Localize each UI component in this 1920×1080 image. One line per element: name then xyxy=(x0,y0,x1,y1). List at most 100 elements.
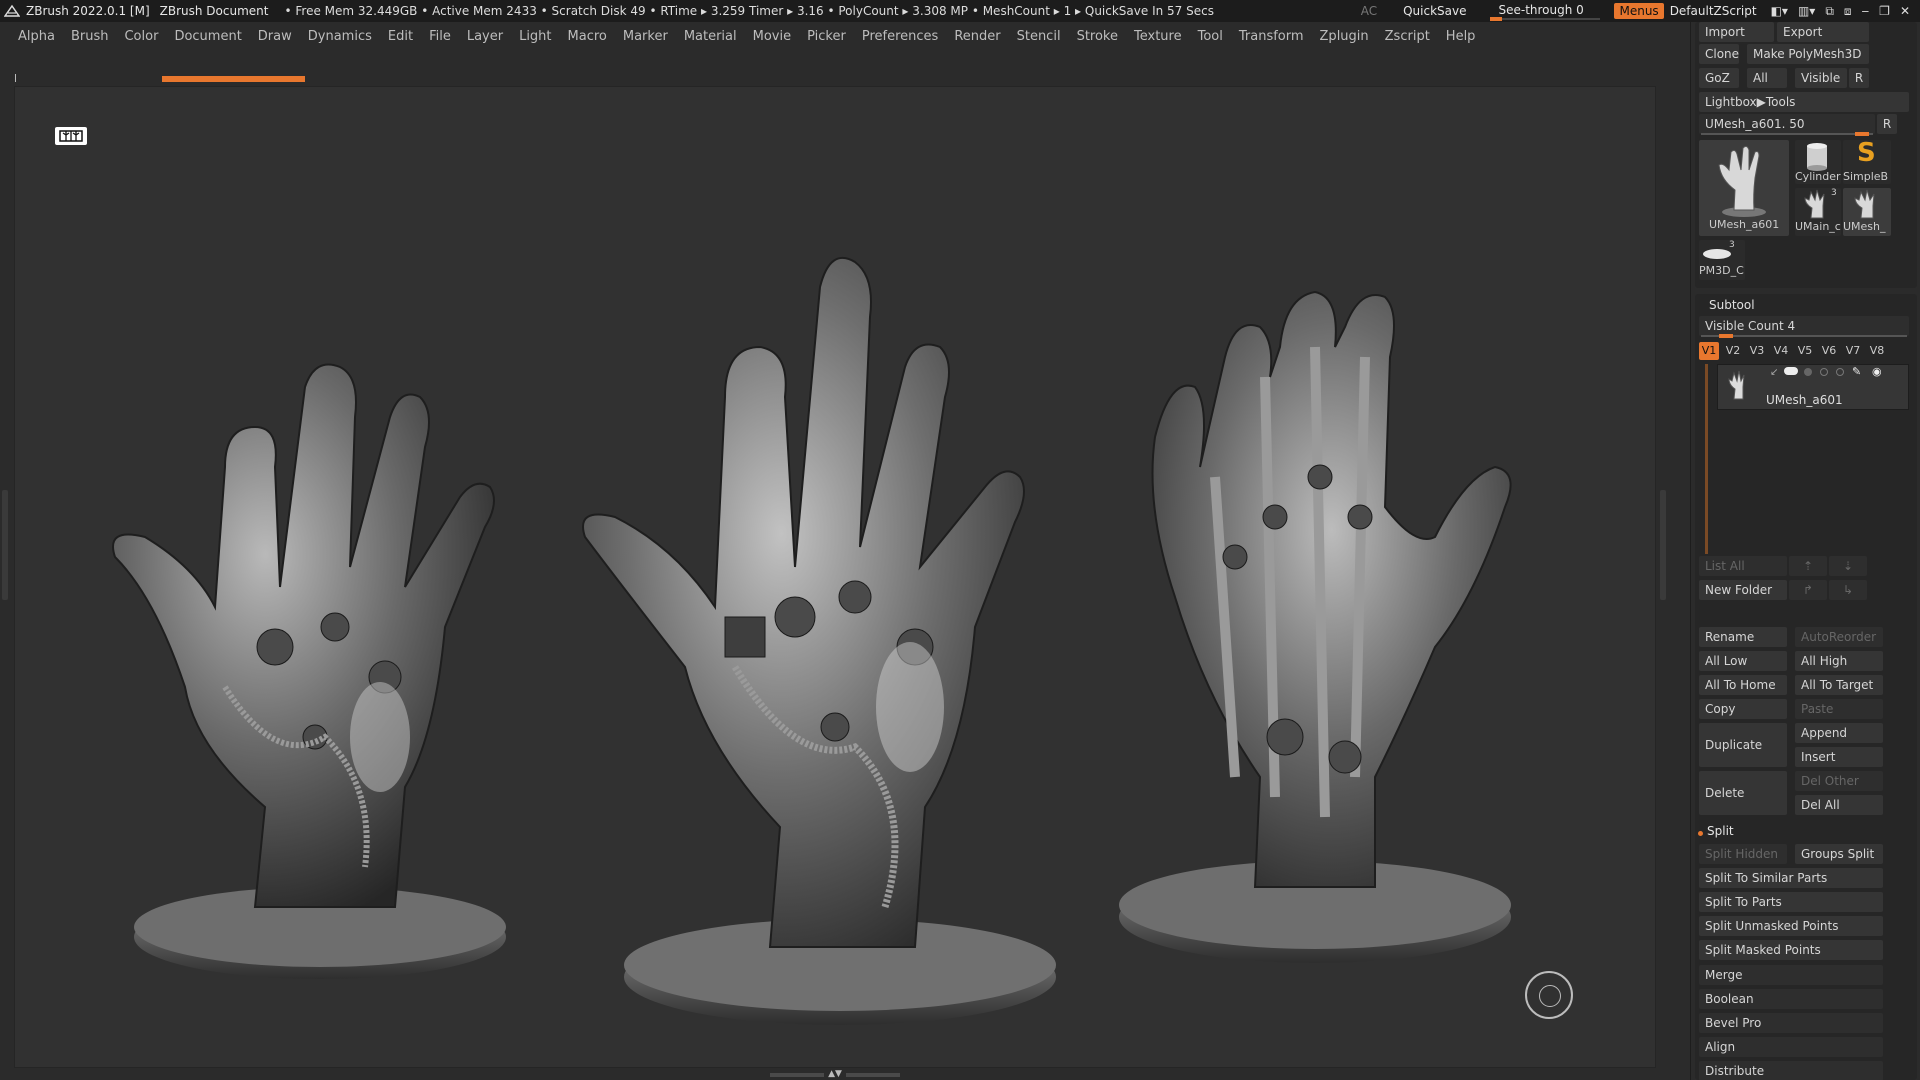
split-to-parts-button[interactable]: Split To Parts xyxy=(1699,892,1883,912)
subtool-toggle-3-icon[interactable] xyxy=(1820,368,1828,376)
menu-macro[interactable]: Macro xyxy=(568,29,607,44)
menu-help[interactable]: Help xyxy=(1446,29,1476,44)
import-button[interactable]: Import xyxy=(1699,22,1774,42)
menu-preferences[interactable]: Preferences xyxy=(862,29,938,44)
menu-alpha[interactable]: Alpha xyxy=(18,29,55,44)
split-to-similar-parts-button[interactable]: Split To Similar Parts xyxy=(1699,868,1883,888)
lightbox-tools-button[interactable]: Lightbox▶Tools xyxy=(1699,92,1909,112)
goz-button[interactable]: GoZ xyxy=(1699,68,1739,88)
menu-material[interactable]: Material xyxy=(684,29,737,44)
goz-all-button[interactable]: All xyxy=(1747,68,1787,88)
subtool-toggle-1-icon[interactable] xyxy=(1784,367,1798,375)
folder-arrow-1-icon[interactable]: ↱ xyxy=(1789,580,1827,600)
move-up-arrow-icon[interactable]: ⇡ xyxy=(1789,556,1827,576)
menu-stencil[interactable]: Stencil xyxy=(1017,29,1061,44)
subtool-polypaint-icon[interactable]: ↙ xyxy=(1770,367,1778,378)
split-masked-points-button[interactable]: Split Masked Points xyxy=(1699,940,1883,960)
menu-tool[interactable]: Tool xyxy=(1198,29,1223,44)
tool-thumb-umain[interactable]: 3 UMain_c xyxy=(1795,188,1841,236)
tab-v1[interactable]: V1 xyxy=(1699,342,1719,360)
menu-movie[interactable]: Movie xyxy=(753,29,791,44)
new-folder-button[interactable]: New Folder xyxy=(1699,580,1787,600)
folder-arrow-2-icon[interactable]: ↳ xyxy=(1829,580,1867,600)
tool-thumb-umesh-small[interactable]: UMesh_ xyxy=(1843,188,1891,236)
tool-thumb-simplebrush[interactable]: S SimpleB xyxy=(1843,140,1891,184)
tab-v5[interactable]: V5 xyxy=(1795,342,1815,360)
export-button[interactable]: Export xyxy=(1777,22,1869,42)
menu-light[interactable]: Light xyxy=(519,29,551,44)
boolean-section[interactable]: Boolean xyxy=(1699,989,1883,1009)
see-through-slider[interactable]: See-through 0 xyxy=(1490,0,1601,22)
make-polymesh3d-button[interactable]: Make PolyMesh3D xyxy=(1747,44,1869,64)
tab-v6[interactable]: V6 xyxy=(1819,342,1839,360)
rotate-gizmo-icon[interactable] xyxy=(1525,971,1573,1019)
tool-thumb-pm3d[interactable]: 3 PM3D_C xyxy=(1699,240,1745,280)
left-tray-handle[interactable] xyxy=(2,490,8,600)
distribute-section[interactable]: Distribute xyxy=(1699,1061,1883,1080)
menu-transform[interactable]: Transform xyxy=(1239,29,1304,44)
menu-layer[interactable]: Layer xyxy=(467,29,503,44)
goz-visible-button[interactable]: Visible xyxy=(1795,68,1847,88)
ac-toggle[interactable]: AC xyxy=(1361,4,1377,18)
tool-thumb-umesh-main[interactable]: UMesh_a601 xyxy=(1699,140,1789,236)
right-tray-handle[interactable] xyxy=(1660,490,1666,600)
menu-marker[interactable]: Marker xyxy=(623,29,668,44)
goz-r-button[interactable]: R xyxy=(1849,68,1869,88)
tab-v2[interactable]: V2 xyxy=(1723,342,1743,360)
tab-v7[interactable]: V7 xyxy=(1843,342,1863,360)
merge-section[interactable]: Merge xyxy=(1699,965,1883,985)
align-section[interactable]: Align xyxy=(1699,1037,1883,1057)
restore-icon[interactable]: ❐ xyxy=(1879,4,1890,19)
bottom-tray-handle[interactable]: ▲▼ xyxy=(770,1070,900,1079)
menu-stroke[interactable]: Stroke xyxy=(1077,29,1118,44)
perspective-camera-icon[interactable] xyxy=(55,127,87,145)
move-down-arrow-icon[interactable]: ⇣ xyxy=(1829,556,1867,576)
menus-toggle-button[interactable]: Menus xyxy=(1614,3,1664,19)
copy-button[interactable]: Copy xyxy=(1699,699,1787,719)
clone-button[interactable]: Clone xyxy=(1699,44,1739,64)
menu-brush[interactable]: Brush xyxy=(71,29,109,44)
menu-picker[interactable]: Picker xyxy=(807,29,846,44)
subtool-toggle-2-icon[interactable] xyxy=(1804,368,1812,376)
layout-right-icon[interactable]: ▥▾ xyxy=(1798,4,1815,19)
split-hidden-button[interactable]: Split Hidden xyxy=(1699,844,1787,864)
layout-left-icon[interactable]: ◧▾ xyxy=(1771,4,1788,19)
window-switch-icon[interactable]: ⧉ xyxy=(1825,4,1834,19)
subtool-list-item[interactable]: ↙ ✎ ◉ UMesh_a601 xyxy=(1717,364,1909,410)
default-zscript-button[interactable]: DefaultZScript xyxy=(1670,4,1757,18)
menu-zplugin[interactable]: Zplugin xyxy=(1320,29,1369,44)
bevel-pro-section[interactable]: Bevel Pro xyxy=(1699,1013,1883,1033)
delete-button[interactable]: Delete xyxy=(1699,771,1787,815)
menu-zscript[interactable]: Zscript xyxy=(1385,29,1430,44)
tab-v4[interactable]: V4 xyxy=(1771,342,1791,360)
menu-file[interactable]: File xyxy=(429,29,451,44)
insert-button[interactable]: Insert xyxy=(1795,747,1883,767)
append-button[interactable]: Append xyxy=(1795,723,1883,743)
close-icon[interactable]: ✕ xyxy=(1900,4,1910,19)
subtool-brush-icon[interactable]: ✎ xyxy=(1852,365,1861,378)
list-all-button[interactable]: List All xyxy=(1699,556,1787,576)
groups-split-button[interactable]: Groups Split xyxy=(1795,844,1883,864)
current-tool-slider[interactable]: UMesh_a601. 50 xyxy=(1699,114,1875,134)
menu-edit[interactable]: Edit xyxy=(388,29,413,44)
all-low-button[interactable]: All Low xyxy=(1699,651,1787,671)
rename-button[interactable]: Rename xyxy=(1699,627,1787,647)
del-other-button[interactable]: Del Other xyxy=(1795,771,1883,791)
minimize-icon[interactable]: ‒ xyxy=(1862,4,1870,19)
split-unmasked-points-button[interactable]: Split Unmasked Points xyxy=(1699,916,1883,936)
menu-document[interactable]: Document xyxy=(174,29,241,44)
tab-v8[interactable]: V8 xyxy=(1867,342,1887,360)
all-high-button[interactable]: All High xyxy=(1795,651,1883,671)
menu-color[interactable]: Color xyxy=(124,29,158,44)
menu-render[interactable]: Render xyxy=(954,29,1000,44)
all-to-target-button[interactable]: All To Target xyxy=(1795,675,1883,695)
subtool-title[interactable]: Subtool xyxy=(1709,298,1755,312)
visible-count-slider[interactable]: Visible Count 4 xyxy=(1699,316,1909,336)
paste-button[interactable]: Paste xyxy=(1795,699,1883,719)
menu-dynamics[interactable]: Dynamics xyxy=(308,29,372,44)
menu-draw[interactable]: Draw xyxy=(258,29,292,44)
subtool-eye-icon[interactable]: ◉ xyxy=(1872,365,1882,378)
split-section-title[interactable]: Split xyxy=(1707,824,1734,838)
quicksave-button[interactable]: QuickSave xyxy=(1403,4,1466,18)
all-to-home-button[interactable]: All To Home xyxy=(1699,675,1787,695)
